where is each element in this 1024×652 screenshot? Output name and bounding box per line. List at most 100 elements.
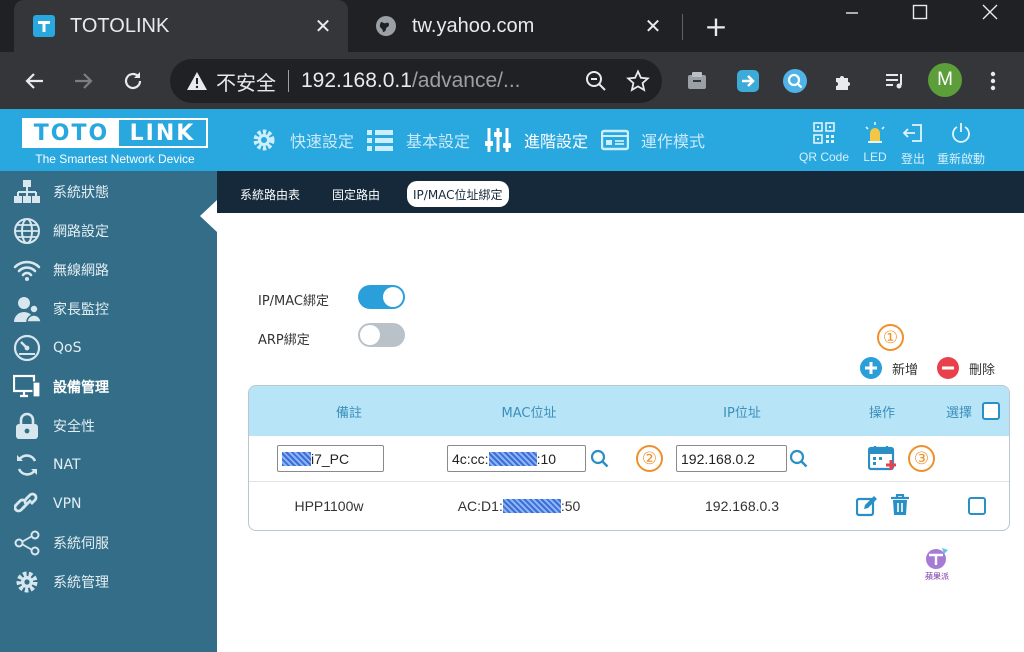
- tool-logout[interactable]: 登出: [900, 121, 926, 167]
- sidebar-item-vpn[interactable]: VPN: [0, 484, 217, 523]
- logo-text-right: LINK: [129, 120, 196, 146]
- sidebar-item-parental-control[interactable]: 家長監控: [0, 289, 217, 328]
- reload-icon[interactable]: [114, 62, 152, 100]
- network-status-icon: [12, 177, 42, 207]
- row-note: HPP1100w: [294, 498, 364, 514]
- globe-favicon-icon: [374, 14, 398, 38]
- sidebar-item-label: VPN: [53, 495, 82, 512]
- bookmark-star-icon[interactable]: [620, 63, 656, 99]
- minus-icon: [937, 357, 959, 379]
- topnav-advanced-setup[interactable]: 進階設定: [484, 109, 588, 171]
- gear-icon: [250, 126, 278, 154]
- warning-icon: [187, 72, 207, 90]
- column-header-operation: 操作: [868, 405, 895, 421]
- row-select-checkbox[interactable]: [968, 497, 986, 515]
- annotation-marker-2: ②: [636, 445, 663, 472]
- trash-icon[interactable]: [890, 493, 910, 516]
- main-content: IP/MAC綁定 ARP綁定 ① 新增 刪除 備註 MAC位址 IP位址 操作 …: [217, 213, 1024, 652]
- table-header: 備註 MAC位址 IP位址 操作 選擇: [249, 386, 1009, 436]
- lock-icon: [12, 411, 42, 441]
- column-header-note: 備註: [335, 405, 362, 421]
- mac-search-icon[interactable]: [590, 449, 610, 469]
- sidebar-item-label: 網路設定: [53, 223, 109, 240]
- tab-title: tw.yahoo.com: [412, 14, 535, 37]
- tab-static-routing[interactable]: 固定路由: [326, 181, 386, 207]
- media-queue-icon[interactable]: [878, 64, 912, 98]
- watermark-logo-icon: [926, 548, 948, 569]
- row-ip: 192.168.0.3: [705, 498, 779, 514]
- sidebar-item-wireless[interactable]: 無線網路: [0, 250, 217, 289]
- topnav-quick-setup[interactable]: 快速設定: [250, 109, 354, 171]
- sidebar-item-network[interactable]: 網路設定: [0, 211, 217, 250]
- sidebar-item-nat[interactable]: NAT: [0, 445, 217, 484]
- totolink-logo[interactable]: TOTO LINK The Smartest Network Device: [22, 118, 208, 166]
- browser-tab-yahoo[interactable]: tw.yahoo.com ✕: [356, 0, 678, 52]
- forward-arrow-icon[interactable]: [64, 62, 102, 100]
- qr-code-icon: [811, 121, 837, 145]
- zoom-out-icon[interactable]: [578, 63, 614, 99]
- maximize-icon[interactable]: [890, 0, 950, 24]
- tab-close-icon[interactable]: ✕: [308, 11, 338, 41]
- browser-tab-strip: TOTOLINK ✕ tw.yahoo.com ✕ +: [0, 0, 1024, 52]
- arp-binding-label: ARP綁定: [258, 333, 310, 348]
- ip-mac-binding-toggle[interactable]: [358, 285, 405, 309]
- sidebar-item-qos[interactable]: QoS: [0, 328, 217, 367]
- power-icon: [948, 121, 974, 145]
- ip-input-value: 192.168.0.2: [681, 450, 755, 467]
- extension-box-icon[interactable]: [680, 64, 714, 98]
- address-bar[interactable]: 不安全 192.168.0.1/advance/...: [170, 59, 662, 103]
- add-button[interactable]: 新增: [860, 357, 918, 379]
- tool-label: 重新啟動: [937, 152, 986, 166]
- delete-button[interactable]: 刪除: [937, 357, 995, 379]
- tool-qr-code[interactable]: QR Code: [799, 121, 849, 164]
- browser-tab-totolink[interactable]: TOTOLINK ✕: [14, 0, 348, 52]
- url-text[interactable]: 192.168.0.1/advance/...: [301, 69, 578, 93]
- edit-icon[interactable]: [855, 495, 878, 517]
- url-path: /advance/...: [411, 69, 521, 92]
- sidebar-item-device-management[interactable]: 設備管理: [0, 367, 217, 406]
- table-input-row: i7_PC 4c:cc::10 ② 192.168.0.2 ③: [249, 436, 1009, 482]
- select-all-checkbox[interactable]: [982, 402, 1000, 420]
- minimize-icon[interactable]: [822, 0, 882, 24]
- add-entry-calendar-icon[interactable]: [867, 445, 898, 472]
- browser-toolbar: 不安全 192.168.0.1/advance/... M: [0, 52, 1024, 109]
- new-tab-button[interactable]: +: [700, 10, 732, 43]
- topnav-operation-mode[interactable]: 運作模式: [601, 109, 705, 171]
- extension-search-icon[interactable]: [778, 64, 812, 98]
- sidebar-item-label: 安全性: [53, 418, 95, 435]
- mac-input[interactable]: 4c:cc::10: [447, 445, 586, 472]
- ip-search-icon[interactable]: [789, 449, 809, 469]
- back-arrow-icon[interactable]: [16, 62, 54, 100]
- tool-led[interactable]: LED: [862, 121, 888, 164]
- sidebar-item-label: 家長監控: [53, 301, 109, 318]
- sidebar-item-label: 系統伺服: [53, 535, 109, 552]
- topnav-basic-setup[interactable]: 基本設定: [366, 109, 470, 171]
- note-input[interactable]: i7_PC: [277, 445, 384, 472]
- blog-watermark: 蘋果派: [917, 546, 957, 582]
- tab-routing-table[interactable]: 系統路由表: [234, 181, 306, 207]
- annotation-marker-3: ③: [908, 445, 935, 472]
- sidebar-item-system-services[interactable]: 系統伺服: [0, 523, 217, 562]
- extensions-puzzle-icon[interactable]: [827, 64, 861, 98]
- tab-close-icon[interactable]: ✕: [638, 11, 668, 41]
- arp-binding-toggle[interactable]: [358, 323, 405, 347]
- tab-title: TOTOLINK: [70, 14, 170, 37]
- subtab-bar: 系統路由表 固定路由 IP/MAC位址綁定: [217, 171, 1024, 213]
- link-icon: [12, 489, 42, 519]
- sidebar-item-system-management[interactable]: 系統管理: [0, 562, 217, 601]
- sidebar-item-system-status[interactable]: 系統狀態: [0, 172, 217, 211]
- not-secure-label: 不安全: [216, 72, 276, 95]
- close-window-icon[interactable]: [960, 0, 1020, 24]
- redacted-text: [488, 451, 537, 466]
- ip-input[interactable]: 192.168.0.2: [676, 445, 787, 472]
- extension-share-icon[interactable]: [731, 64, 765, 98]
- tab-ip-mac-binding[interactable]: IP/MAC位址綁定: [407, 181, 509, 207]
- profile-avatar[interactable]: M: [928, 63, 962, 97]
- browser-menu-icon[interactable]: [976, 64, 1010, 98]
- binding-table: 備註 MAC位址 IP位址 操作 選擇 i7_PC 4c:cc::10 ② 19…: [248, 385, 1010, 531]
- mode-icon: [601, 126, 629, 154]
- row-mac: AC:D1::50: [439, 482, 599, 530]
- sidebar-item-security[interactable]: 安全性: [0, 406, 217, 445]
- tool-reboot[interactable]: 重新啟動: [937, 121, 985, 167]
- share-icon: [12, 528, 42, 558]
